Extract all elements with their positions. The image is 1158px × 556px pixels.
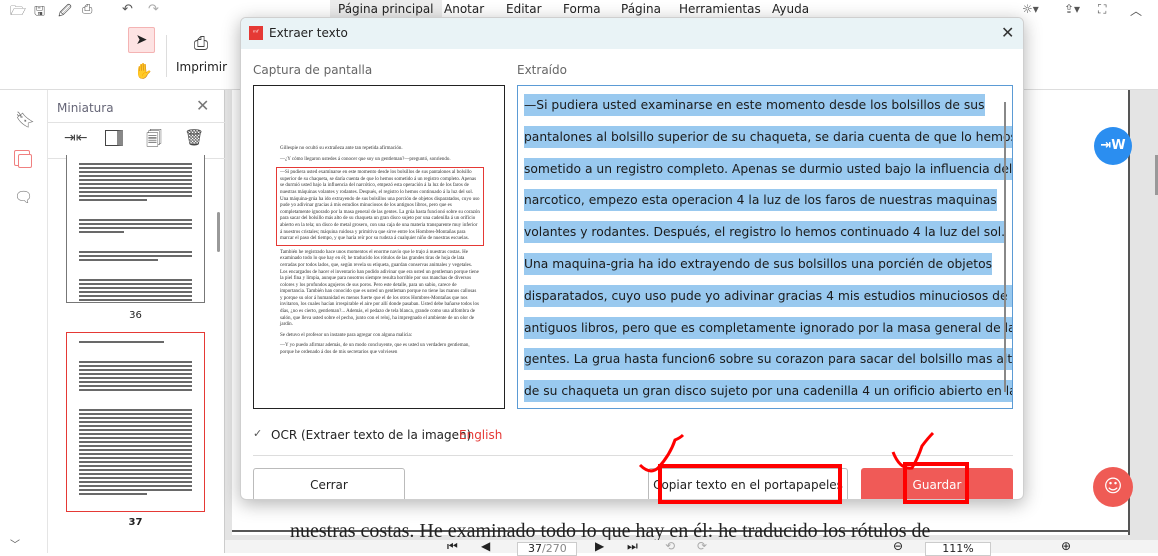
checkmark-save bbox=[891, 431, 935, 470]
annotation-checkmarks bbox=[638, 431, 935, 473]
checkmark-copy bbox=[638, 433, 685, 473]
